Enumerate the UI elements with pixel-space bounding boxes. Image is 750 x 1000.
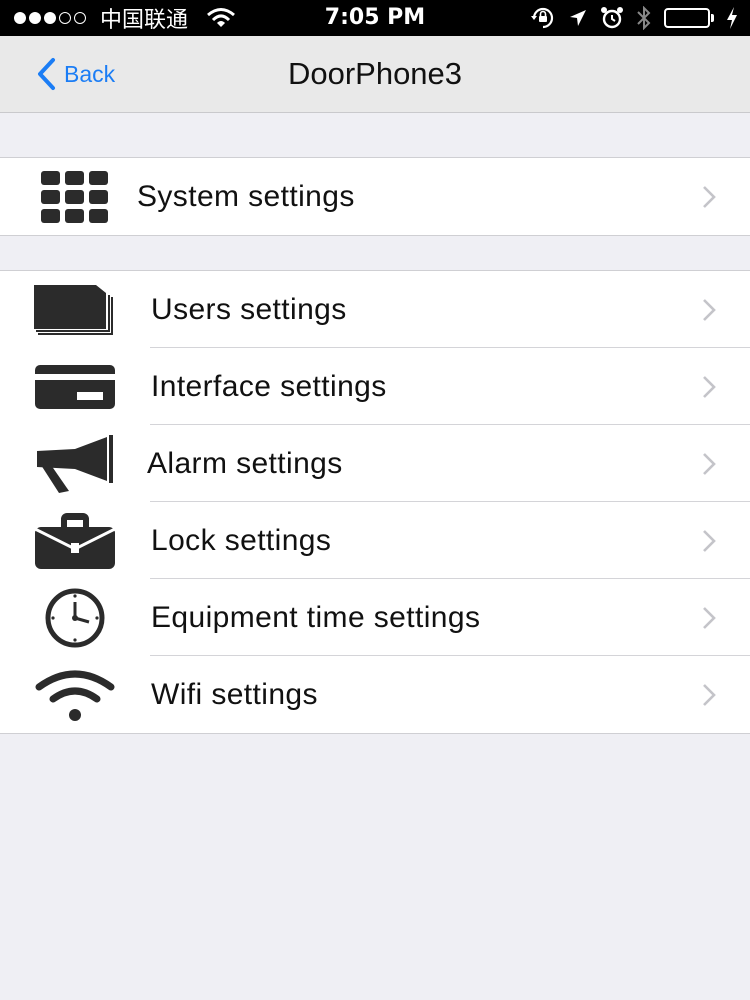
list-item-label: Alarm settings xyxy=(147,447,343,480)
card-icon xyxy=(34,358,116,416)
chevron-left-icon xyxy=(36,57,56,91)
location-arrow-icon xyxy=(568,8,588,28)
chevron-right-icon xyxy=(703,452,716,475)
settings-group-device: Users settings Interface settings Alarm … xyxy=(0,270,750,734)
lock-briefcase-icon xyxy=(34,512,116,570)
wifi-icon xyxy=(206,7,236,29)
battery-icon xyxy=(664,8,714,28)
chevron-right-icon xyxy=(703,185,716,208)
chevron-right-icon xyxy=(703,606,716,629)
grid-icon xyxy=(34,168,116,226)
alarm-icon xyxy=(600,6,624,30)
megaphone-icon xyxy=(34,434,116,493)
list-item-lock-settings[interactable]: Lock settings xyxy=(0,502,750,579)
list-item-label: System settings xyxy=(137,180,355,213)
navigation-bar: Back DoorPhone3 xyxy=(0,36,750,113)
wifi-icon xyxy=(34,666,116,724)
list-item-label: Users settings xyxy=(151,293,347,326)
list-item-label: Wifi settings xyxy=(151,678,318,711)
list-item-equipment-time-settings[interactable]: Equipment time settings xyxy=(0,579,750,656)
carrier-name: 中国联通 xyxy=(100,8,189,33)
bluetooth-icon xyxy=(636,6,652,30)
chevron-right-icon xyxy=(703,375,716,398)
list-item-label: Lock settings xyxy=(151,524,332,557)
list-item-interface-settings[interactable]: Interface settings xyxy=(0,348,750,425)
user-cards-icon xyxy=(34,281,116,339)
clock-icon xyxy=(34,588,116,647)
list-item-wifi-settings[interactable]: Wifi settings xyxy=(0,656,750,733)
list-item-alarm-settings[interactable]: Alarm settings xyxy=(0,425,750,502)
status-right xyxy=(530,0,738,36)
back-button[interactable]: Back xyxy=(36,36,115,112)
signal-strength-icon xyxy=(14,12,86,24)
chevron-right-icon xyxy=(703,298,716,321)
charging-bolt-icon xyxy=(726,7,738,29)
chevron-right-icon xyxy=(703,529,716,552)
list-item-label: Equipment time settings xyxy=(151,601,481,634)
list-item-users-settings[interactable]: Users settings xyxy=(0,271,750,348)
list-item-label: Interface settings xyxy=(151,370,387,403)
orientation-lock-icon xyxy=(530,6,556,30)
chevron-right-icon xyxy=(703,683,716,706)
status-left: 中国联通 xyxy=(14,0,236,36)
status-bar: 中国联通 7:05 PM xyxy=(0,0,750,36)
list-item-system-settings[interactable]: System settings xyxy=(0,158,750,235)
back-label: Back xyxy=(64,60,116,87)
settings-group-system: System settings xyxy=(0,157,750,236)
